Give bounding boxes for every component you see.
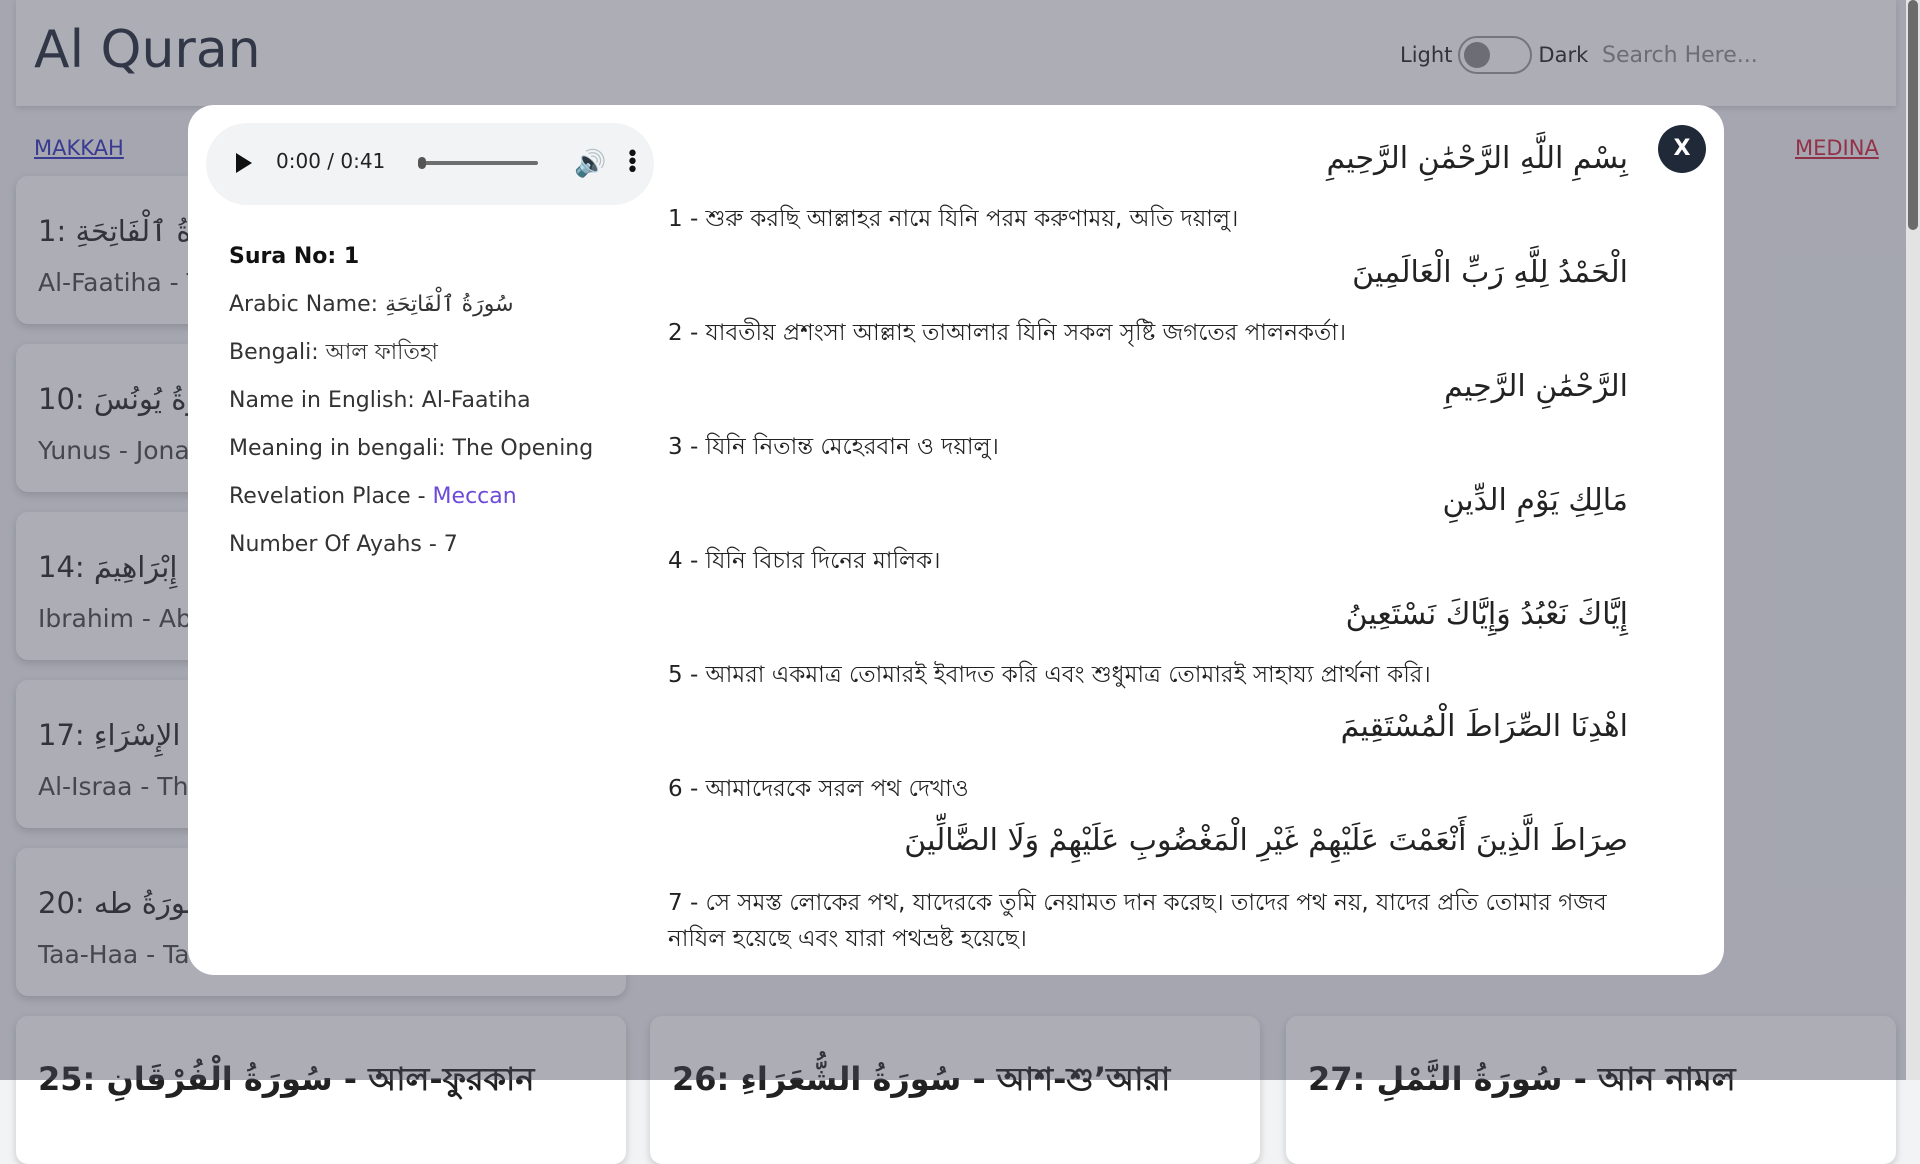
play-icon[interactable]: [236, 153, 252, 173]
meaning: Meaning in bengali: The Opening: [229, 436, 594, 461]
verse-bengali: 3 - যিনি নিতান্ত মেহেরবান ও দয়ালু।: [668, 434, 999, 460]
bengali-name: Bengali: আল ফাতিহা: [229, 340, 438, 365]
audio-seek-bar[interactable]: [418, 161, 538, 165]
verse-arabic: اهْدِنَا الصِّرَاطَ الْمُسْتَقِيمَ: [1340, 709, 1628, 744]
ayah-count: Number Of Ayahs - 7: [229, 532, 458, 557]
revelation-value: Meccan: [432, 484, 517, 509]
page-scrollbar-thumb[interactable]: [1908, 0, 1918, 230]
verse-bengali: 6 - আমাদেরকে সরল পথ দেখাও: [668, 776, 969, 802]
volume-icon[interactable]: 🔊: [574, 149, 606, 179]
sura-info: Sura No: 1 Arabic Name: سُورَةُ ٱلْفَاتِ…: [229, 233, 593, 569]
verse-arabic: صِرَاطَ الَّذِينَ أَنْعَمْتَ عَلَيْهِمْ …: [904, 823, 1628, 858]
revelation-place: Revelation Place - Meccan: [229, 484, 517, 509]
arabic-name: Arabic Name: سُورَةُ ٱلْفَاتِحَةِ: [229, 292, 514, 317]
sura-detail-modal: 0:00 / 0:41 🔊 • • • Sura No: 1 Arabic Name…: [188, 105, 1724, 975]
audio-player: 0:00 / 0:41 🔊 • • •: [206, 123, 654, 205]
sura-number: Sura No: 1: [229, 244, 360, 269]
verse-arabic: مَالِكِ يَوْمِ الدِّينِ: [1442, 483, 1628, 518]
verse-arabic: إِيَّاكَ نَعْبُدُ وَإِيَّاكَ نَسْتَعِينُ: [1345, 597, 1628, 632]
english-name: Name in English: Al-Faatiha: [229, 388, 531, 413]
verse-bengali: 7 - সে সমস্ত লোকের পথ, যাদেরকে তুমি নেয়…: [668, 890, 1607, 952]
verse-arabic: بِسْمِ اللَّهِ الرَّحْمَٰنِ الرَّحِيمِ: [1326, 141, 1628, 176]
audio-seek-handle[interactable]: [418, 157, 426, 169]
verse-bengali: 5 - আমরা একমাত্র তোমারই ইবাদত করি এবং শু…: [668, 662, 1431, 688]
verse-bengali: 4 - যিনি বিচার দিনের মালিক।: [668, 548, 941, 574]
more-options-icon[interactable]: • • •: [626, 144, 639, 182]
close-button[interactable]: X: [1658, 125, 1706, 173]
audio-time: 0:00 / 0:41: [276, 149, 386, 173]
verse-bengali: 2 - যাবতীয় প্রশংসা আল্লাহ তাআলার যিনি স…: [668, 320, 1347, 346]
verse-arabic: الْحَمْدُ لِلَّهِ رَبِّ الْعَالَمِينَ: [1352, 255, 1628, 290]
verse-bengali: 1 - শুরু করছি আল্লাহর নামে যিনি পরম করুণ…: [668, 206, 1239, 232]
verse-arabic: الرَّحْمَٰنِ الرَّحِيمِ: [1444, 369, 1628, 404]
